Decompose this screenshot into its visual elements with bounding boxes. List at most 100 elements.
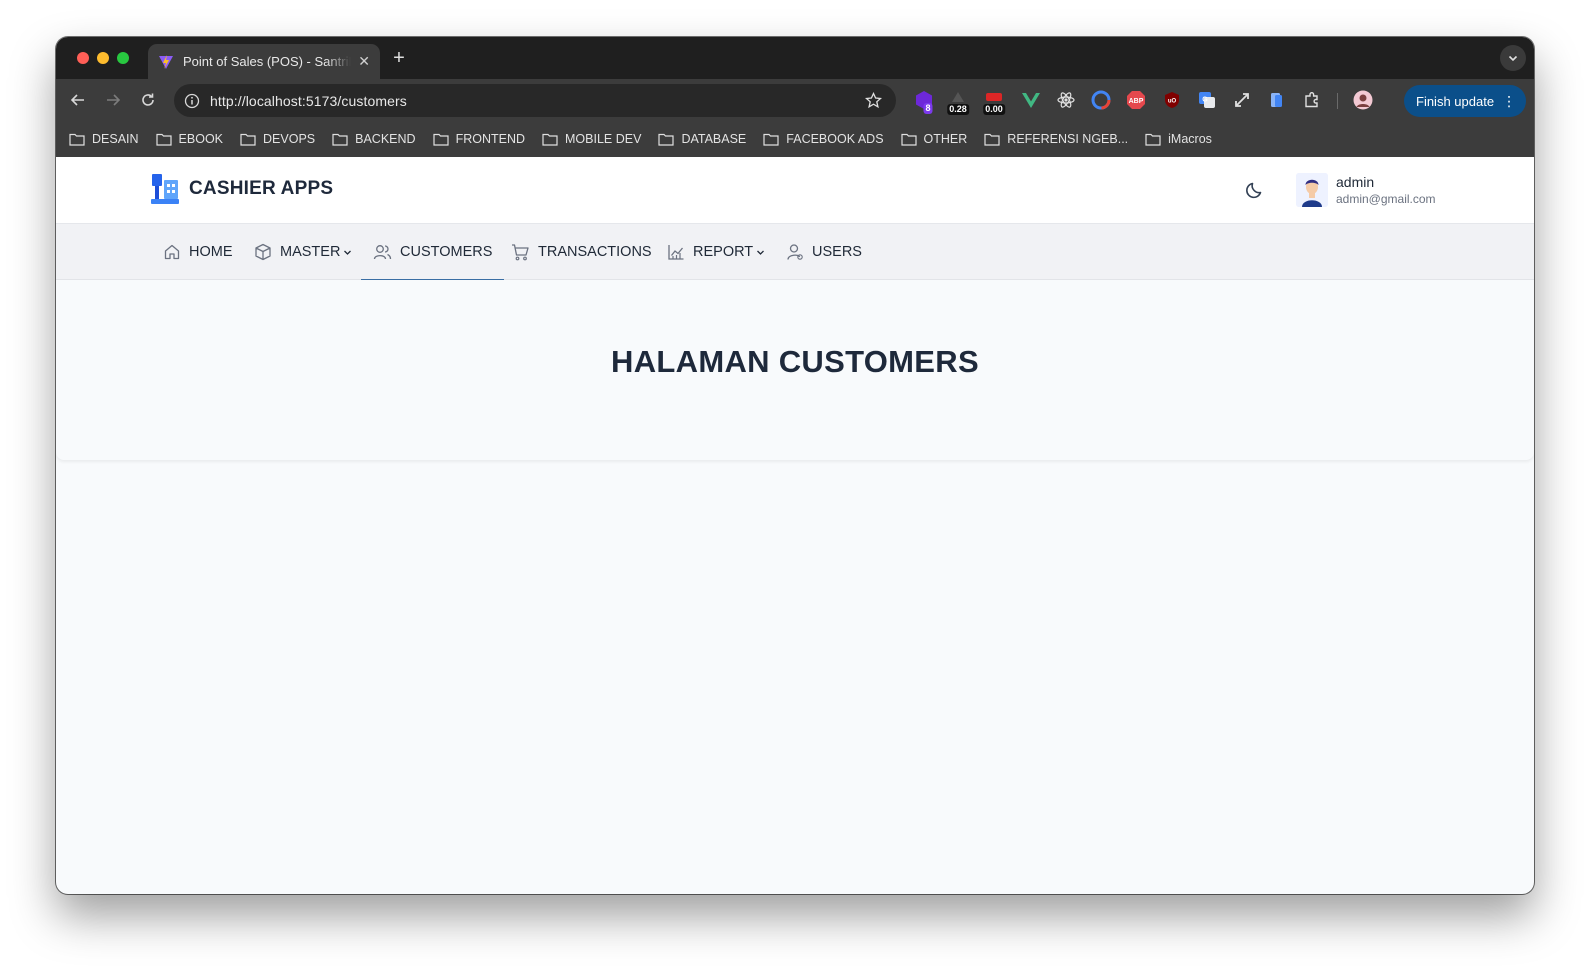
new-tab-button[interactable]: +: [387, 47, 411, 71]
page-title: HALAMAN CUSTOMERS: [611, 344, 979, 379]
nav-label: CUSTOMERS: [400, 244, 493, 260]
bookmark-folder[interactable]: DATABASE: [658, 132, 746, 146]
bookmark-label: BACKEND: [355, 132, 416, 146]
react-devtools-icon[interactable]: [1056, 90, 1076, 110]
user-icon: [787, 244, 803, 260]
lcp-metric-icon[interactable]: 0.00: [983, 90, 1005, 115]
vue-devtools-icon[interactable]: [1021, 90, 1041, 110]
bookmark-label: FRONTEND: [455, 132, 526, 146]
bookmark-label: REFERENSI NGEB...: [1007, 132, 1129, 146]
extensions-puzzle-icon[interactable]: [1302, 90, 1322, 110]
site-info-icon[interactable]: [184, 93, 200, 109]
folder-icon: [763, 133, 779, 146]
brand-title: CASHIER APPS: [189, 178, 334, 199]
lcp-label-icon: [986, 93, 1002, 101]
browser-window: Point of Sales (POS) - SantriKoding ✕ +: [56, 37, 1534, 894]
cls-metric-icon[interactable]: 0.28: [947, 90, 969, 115]
extension-badge: 0.28: [947, 104, 969, 115]
google-translate-icon[interactable]: G: [1197, 90, 1217, 110]
nav-item-report[interactable]: REPORT: [667, 224, 765, 280]
reload-button[interactable]: [138, 90, 158, 110]
bookmark-folder[interactable]: BACKEND: [332, 132, 416, 146]
bookmark-folder[interactable]: FRONTEND: [432, 132, 526, 146]
maximize-window-button[interactable]: [117, 52, 129, 64]
cube-icon: [255, 243, 271, 261]
extension-badge: 0.00: [983, 104, 1005, 115]
tab-close-icon[interactable]: ✕: [358, 53, 370, 70]
folder-icon: [900, 133, 917, 146]
folder-icon: [658, 133, 675, 146]
arrow-left-icon: [70, 94, 84, 106]
bookmarks-bar: DESAIN EBOOK DEVOPS BACKEND FRONTEND MOB…: [56, 121, 1534, 157]
url-text[interactable]: http://localhost:5173/customers: [210, 93, 407, 109]
folder-icon: [1145, 133, 1161, 146]
toolbar-divider: [1337, 93, 1338, 109]
folder-icon: [240, 133, 256, 146]
app-header: CASHIER APPS admin admin@gmail.com: [56, 157, 1534, 224]
bookmark-label: DEVOPS: [263, 132, 316, 146]
reload-icon: [142, 93, 154, 106]
bookmark-label: FACEBOOK ADS: [786, 132, 884, 146]
forward-button[interactable]: [103, 90, 123, 110]
nav-item-users[interactable]: USERS: [786, 224, 862, 280]
folder-icon: [432, 133, 449, 146]
kebab-menu-icon: ⋮: [1502, 92, 1516, 109]
nav-item-customers[interactable]: CUSTOMERS: [360, 224, 505, 281]
nav-label: REPORT: [693, 244, 754, 260]
chevron-down-icon: [1508, 55, 1518, 62]
nav-label: MASTER: [280, 244, 341, 260]
extension-badge: 8: [923, 103, 933, 114]
bookmark-folder[interactable]: iMacros: [1145, 132, 1212, 146]
bookmark-star-icon[interactable]: [865, 92, 882, 109]
bookmark-label: EBOOK: [178, 132, 224, 146]
document-extension-icon[interactable]: [1267, 90, 1287, 110]
avatar[interactable]: [1296, 173, 1328, 207]
nav-item-home[interactable]: HOME: [163, 224, 233, 280]
moon-icon[interactable]: [1245, 180, 1265, 200]
svg-text:uO: uO: [1168, 99, 1177, 105]
cashier-logo-icon: [151, 174, 179, 204]
bookmark-folder[interactable]: DESAIN: [69, 132, 139, 146]
bookmark-folder[interactable]: MOBILE DEV: [542, 132, 641, 146]
cart-icon: [512, 244, 529, 261]
vite-favicon-icon: [159, 54, 173, 69]
chevron-down-icon: [757, 250, 765, 255]
expand-icon[interactable]: [1232, 90, 1252, 110]
folder-icon: [542, 133, 558, 146]
bookmark-folder[interactable]: EBOOK: [155, 132, 224, 146]
address-bar[interactable]: http://localhost:5173/customers: [174, 84, 896, 117]
folder-icon: [69, 133, 85, 146]
bookmark-folder[interactable]: OTHER: [900, 132, 967, 146]
extension-8-icon[interactable]: 8: [914, 90, 934, 114]
brand-link[interactable]: CASHIER APPS: [149, 172, 333, 206]
chart-icon: [668, 245, 684, 260]
minimize-window-button[interactable]: [97, 52, 109, 64]
finish-update-button[interactable]: Finish update ⋮: [1404, 85, 1526, 117]
close-window-button[interactable]: [77, 52, 89, 64]
tab-search-button[interactable]: [1500, 45, 1526, 71]
color-picker-icon[interactable]: [1091, 90, 1111, 110]
bookmark-folder[interactable]: REFERENSI NGEB...: [984, 132, 1128, 146]
bookmark-folder[interactable]: FACEBOOK ADS: [763, 132, 884, 146]
metric-icon: [952, 92, 964, 102]
nav-label: HOME: [189, 244, 233, 260]
nav-item-master[interactable]: MASTER: [254, 224, 352, 280]
bookmark-folder[interactable]: DEVOPS: [240, 132, 315, 146]
chevron-down-icon: [344, 250, 352, 255]
users-icon: [373, 245, 392, 260]
user-name: admin: [1336, 174, 1375, 190]
bookmark-label: MOBILE DEV: [565, 132, 642, 146]
ublock-origin-icon[interactable]: uO: [1162, 90, 1182, 110]
home-icon: [164, 244, 180, 260]
adblock-plus-icon[interactable]: ABP: [1126, 90, 1146, 110]
folder-icon: [984, 133, 1000, 146]
nav-label: USERS: [812, 244, 862, 260]
nav-item-transactions[interactable]: TRANSACTIONS: [511, 224, 652, 280]
profile-avatar-icon[interactable]: [1353, 90, 1373, 110]
user-email: admin@gmail.com: [1336, 192, 1436, 206]
back-button[interactable]: [68, 90, 88, 110]
folder-icon: [155, 133, 172, 146]
browser-tab[interactable]: Point of Sales (POS) - SantriKoding ✕: [148, 44, 380, 79]
content-card: HALAMAN CUSTOMERS: [56, 280, 1534, 460]
user-avatar-icon: [1296, 173, 1328, 207]
